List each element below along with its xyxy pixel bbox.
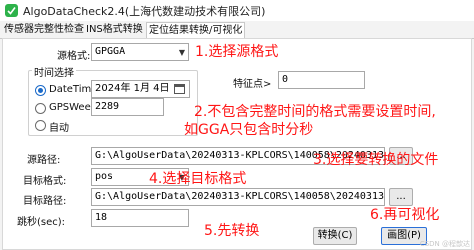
annotation-step-6: 6.再可视化 xyxy=(370,207,440,223)
watermark: CSDN @程歆达 xyxy=(419,240,470,248)
annotation-step-4: 4.选择目标格式 xyxy=(149,171,247,187)
app-logo-icon xyxy=(5,4,18,17)
gpsweek-radio[interactable] xyxy=(35,103,46,114)
time-group-label: 时间选择 xyxy=(32,64,76,79)
annotation-step-1: 1.选择源格式 xyxy=(195,44,279,60)
title-bar: AlgoDataCheck2.4(上海代数建动技术有限公司) xyxy=(0,0,474,21)
target-path-input[interactable]: G:\AlgoUserData\20240313-KPLCORS\140058\… xyxy=(91,188,385,206)
target-format-label: 目标格式: xyxy=(23,176,67,187)
source-format-value: GPGGA xyxy=(95,46,126,57)
source-format-label: 源格式: xyxy=(57,51,91,62)
convert-button[interactable]: 转换(C) xyxy=(313,227,357,245)
source-path-label: 源路径: xyxy=(27,155,61,166)
tab-sensor-integrity[interactable]: 传感器完整性检查 xyxy=(2,22,86,39)
leap-seconds-input[interactable]: 18 xyxy=(91,209,189,227)
datetime-radio[interactable] xyxy=(35,85,46,96)
feature-point-label: 特征点> xyxy=(233,79,272,90)
leap-seconds-label: 跳秒(sec): xyxy=(17,217,66,228)
tab-ins-format[interactable]: INS格式转换 xyxy=(84,22,145,39)
target-path-label: 目标路径: xyxy=(23,196,67,207)
feature-point-input[interactable]: 0 xyxy=(278,71,365,89)
annotation-step-2-line2: 如GGA只包含时分秒 xyxy=(184,122,314,138)
datetime-value: 2024年 1月 4日 xyxy=(95,83,170,94)
datetime-picker[interactable]: 2024年 1月 4日 xyxy=(91,80,190,98)
window-title: AlgoDataCheck2.4(上海代数建动技术有限公司) xyxy=(23,5,266,18)
annotation-step-3: 3.选择要转换的文件 xyxy=(313,152,439,168)
annotation-step-2-line1: 2.不包含完整时间的格式需要设置时间, xyxy=(194,104,436,120)
source-format-select[interactable]: GPGGA ▼ xyxy=(91,43,189,61)
auto-label: 自动 xyxy=(49,123,69,134)
target-format-value: pos xyxy=(95,171,114,182)
annotation-step-5: 5.先转换 xyxy=(204,223,260,239)
gpsweek-label: GPSWeek xyxy=(49,102,97,113)
auto-radio[interactable] xyxy=(35,120,46,131)
tab-result-convert[interactable]: 定位结果转换/可视化 xyxy=(146,22,246,39)
browse-target-button[interactable]: ... xyxy=(389,188,413,206)
chevron-down-icon: ▼ xyxy=(178,48,185,57)
gpsweek-input[interactable]: 2289 xyxy=(91,98,164,116)
tab-bar: 传感器完整性检查 INS格式转换 定位结果转换/可视化 xyxy=(0,22,474,39)
calendar-icon[interactable] xyxy=(174,84,185,94)
